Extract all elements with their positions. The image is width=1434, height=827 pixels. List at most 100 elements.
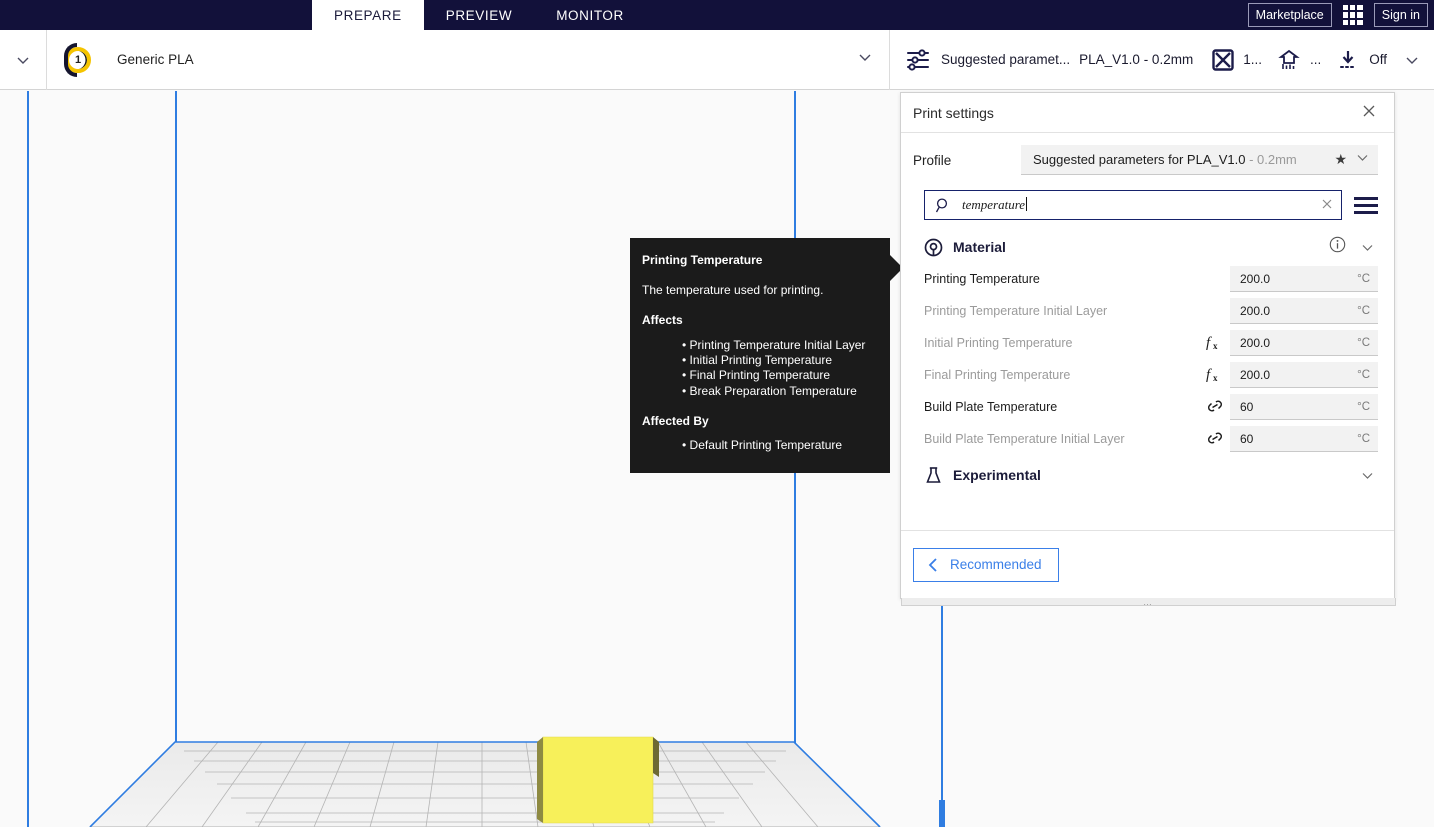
setting-row-final-printing-temperature[interactable]: Final Printing Temperature f x 200.0 °C — [924, 359, 1378, 391]
tooltip-affects-list: Printing Temperature Initial Layer Initi… — [642, 338, 874, 399]
setting-unit: °C — [1357, 304, 1370, 317]
info-icon[interactable] — [1329, 236, 1346, 258]
svg-text:x: x — [1213, 373, 1218, 383]
setting-unit: °C — [1357, 432, 1370, 445]
cura-application-window: PREPARE PREVIEW MONITOR Marketplace Sign… — [0, 0, 1434, 827]
setting-label: Build Plate Temperature — [924, 400, 1058, 414]
setting-label: Printing Temperature — [924, 272, 1040, 286]
settings-category-material[interactable]: Material — [924, 231, 1378, 263]
flask-icon — [926, 466, 941, 483]
setting-value-input[interactable]: 60 °C — [1230, 394, 1378, 420]
search-input-value: temperature — [962, 197, 1026, 212]
print-settings-selector[interactable]: Suggested paramet... PLA_V1.0 - 0.2mm 1.… — [889, 29, 1434, 90]
search-icon — [935, 197, 948, 212]
setting-unit: °C — [1357, 336, 1370, 349]
setting-value-input[interactable]: 200.0 °C — [1230, 298, 1378, 324]
machine-selector-button[interactable] — [0, 30, 46, 90]
infill-grid-icon — [1212, 48, 1234, 71]
build-plate-adhesion-icon — [1340, 50, 1357, 68]
category-chevron-down-icon[interactable] — [1356, 468, 1378, 483]
profile-value-quality: - 0.2mm — [1245, 152, 1297, 167]
setting-label: Initial Printing Temperature — [924, 336, 1073, 350]
chevron-down-icon[interactable] — [1355, 150, 1370, 170]
model-object — [537, 736, 659, 824]
stage-tabs: PREPARE PREVIEW MONITOR — [312, 0, 646, 30]
setting-row-build-plate-temperature[interactable]: Build Plate Temperature 60 °C — [924, 391, 1378, 423]
setting-label: Build Plate Temperature Initial Layer — [924, 432, 1125, 446]
top-bar-right-actions: Marketplace Sign in — [1247, 0, 1428, 30]
print-settings-footer: Recommended — [901, 530, 1394, 598]
sign-in-label: Sign in — [1381, 8, 1420, 22]
formula-fx-icon[interactable]: f x — [1200, 333, 1230, 354]
profile-dropdown[interactable]: Suggested parameters for PLA_V1.0 - 0.2m… — [1021, 145, 1378, 175]
setting-value-input[interactable]: 200.0 °C — [1230, 362, 1378, 388]
setting-unit: °C — [1357, 272, 1370, 285]
setting-row-printing-temperature-initial-layer[interactable]: Printing Temperature Initial Layer 200.0… — [924, 295, 1378, 327]
material-selector[interactable]: 1 Generic PLA — [47, 30, 889, 90]
tab-prepare-label: PREPARE — [334, 7, 402, 23]
tab-monitor[interactable]: MONITOR — [534, 0, 646, 30]
setting-value-input[interactable]: 60 °C — [1230, 426, 1378, 452]
setting-value: 200.0 — [1240, 367, 1271, 382]
tooltip-affected-by-list: Default Printing Temperature — [642, 438, 874, 453]
svg-text:f: f — [1206, 367, 1212, 383]
setting-value: 60 — [1240, 399, 1254, 414]
material-name: Generic PLA — [117, 52, 194, 67]
print-settings-header: Print settings — [901, 93, 1394, 133]
recommended-button[interactable]: Recommended — [913, 547, 1059, 582]
list-item: Printing Temperature Initial Layer — [682, 338, 874, 353]
hamburger-menu-icon[interactable] — [1354, 196, 1378, 214]
tab-preview[interactable]: PREVIEW — [424, 0, 534, 30]
setting-value-input[interactable]: 200.0 °C — [1230, 330, 1378, 356]
top-navigation-bar: PREPARE PREVIEW MONITOR Marketplace Sign… — [0, 0, 1434, 30]
svg-text:f: f — [1206, 335, 1212, 351]
list-item: Break Preparation Temperature — [682, 384, 874, 399]
category-chevron-down-icon[interactable] — [1356, 240, 1378, 255]
apps-grid-icon[interactable] — [1342, 4, 1364, 26]
adhesion-value: Off — [1369, 52, 1387, 67]
settings-list: Material Printing Temperature 200.0 °C P… — [901, 231, 1394, 530]
recommended-label: Recommended — [950, 557, 1042, 572]
support-value: ... — [1309, 52, 1322, 67]
star-icon[interactable]: ★ — [1334, 151, 1347, 168]
tooltip-affects-heading: Affects — [642, 313, 683, 328]
setting-unit: °C — [1357, 400, 1370, 413]
tab-prepare[interactable]: PREPARE — [312, 0, 424, 30]
svg-text:x: x — [1213, 341, 1218, 351]
list-item: Initial Printing Temperature — [682, 353, 874, 368]
setting-value-input[interactable]: 200.0 °C — [1230, 266, 1378, 292]
build-volume-edge-right-outer-base — [939, 800, 945, 827]
material-spool-icon — [924, 238, 943, 256]
tooltip-description: The temperature used for printing. — [642, 283, 824, 298]
sign-in-button[interactable]: Sign in — [1373, 3, 1428, 27]
profile-label: Profile — [913, 152, 952, 168]
profile-value: Suggested parameters for PLA_V1.0 — [1033, 152, 1246, 167]
formula-fx-icon[interactable]: f x — [1200, 365, 1230, 386]
setting-label: Final Printing Temperature — [924, 368, 1071, 382]
search-input[interactable]: temperature — [924, 190, 1342, 220]
linked-setting-icon[interactable] — [1200, 397, 1230, 418]
settings-category-experimental[interactable]: Experimental — [924, 459, 1378, 491]
setting-row-initial-printing-temperature[interactable]: Initial Printing Temperature f x 200.0 °… — [924, 327, 1378, 359]
print-settings-chevron-down-icon[interactable] — [1404, 52, 1420, 68]
tooltip-affected-by-heading: Affected By — [642, 414, 709, 428]
marketplace-button[interactable]: Marketplace — [1247, 3, 1332, 27]
tab-monitor-label: MONITOR — [556, 7, 624, 23]
linked-setting-icon[interactable] — [1200, 429, 1230, 450]
extruder-number: 1 — [74, 53, 82, 66]
close-icon[interactable] — [1362, 104, 1376, 122]
build-plate[interactable] — [0, 697, 900, 827]
material-chevron-down-icon[interactable] — [857, 49, 873, 70]
page-title: Print settings — [913, 104, 994, 121]
search-row: temperature — [901, 187, 1394, 223]
panel-resize-handle[interactable]: … — [901, 597, 1396, 606]
setting-row-build-plate-temperature-initial-layer[interactable]: Build Plate Temperature Initial Layer 60… — [924, 423, 1378, 455]
category-title-material: Material — [953, 239, 1006, 255]
setting-unit: °C — [1357, 368, 1370, 381]
setting-tooltip: Printing Temperature The temperature use… — [630, 238, 890, 473]
setting-value: 200.0 — [1240, 335, 1271, 350]
support-blocker-icon — [1278, 49, 1300, 69]
setting-row-printing-temperature[interactable]: Printing Temperature 200.0 °C — [924, 263, 1378, 295]
clear-icon[interactable] — [1321, 197, 1333, 213]
setting-value: 60 — [1240, 431, 1254, 446]
